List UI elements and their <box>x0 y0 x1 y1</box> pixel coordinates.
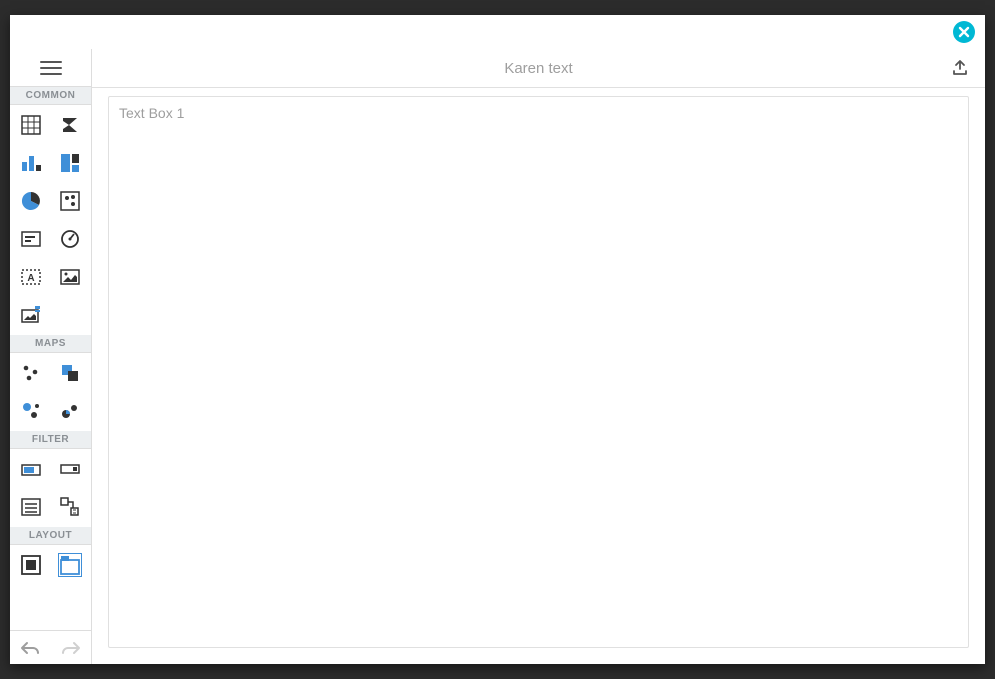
pie-map-icon <box>59 400 81 422</box>
main-area: Karen text Text Box 1 <box>92 49 985 664</box>
choropleth-icon <box>59 362 81 384</box>
group-label-filter: FILTER <box>10 431 91 449</box>
undo-button[interactable] <box>10 631 51 664</box>
combobox-icon <box>59 458 81 480</box>
tool-group-maps <box>10 353 91 431</box>
sigma-icon <box>59 114 81 136</box>
tool-card[interactable] <box>12 223 51 255</box>
tool-chart[interactable] <box>12 147 51 179</box>
tool-geopoint-map[interactable] <box>12 357 51 389</box>
bound-image-icon <box>20 304 42 326</box>
text-box-label: Text Box 1 <box>119 105 184 121</box>
range-icon <box>20 458 42 480</box>
treemap-icon <box>59 152 81 174</box>
tool-treemap[interactable] <box>51 147 90 179</box>
image-icon <box>59 266 81 288</box>
group-icon <box>20 554 42 576</box>
export-icon <box>951 59 969 77</box>
tool-treeview[interactable] <box>51 491 90 523</box>
group-label-common: COMMON <box>10 87 91 105</box>
group-label-maps: MAPS <box>10 335 91 353</box>
card-icon <box>20 228 42 250</box>
export-button[interactable] <box>951 59 969 77</box>
bubble-map-icon <box>20 400 42 422</box>
tool-bubble-map[interactable] <box>12 395 51 427</box>
hamburger-icon <box>40 60 62 76</box>
tool-combobox[interactable] <box>51 453 90 485</box>
geopoint-icon <box>20 362 42 384</box>
tool-group-item[interactable] <box>12 549 51 581</box>
gauge-icon <box>59 228 81 250</box>
tool-scatter[interactable] <box>51 185 90 217</box>
grid-icon <box>20 114 42 136</box>
design-canvas[interactable]: Text Box 1 <box>92 87 985 664</box>
tab-container-icon <box>59 554 81 576</box>
listbox-icon <box>20 496 42 518</box>
tool-group-layout <box>10 545 91 585</box>
menu-button[interactable] <box>10 49 91 87</box>
tool-pie[interactable] <box>12 185 51 217</box>
tool-image[interactable] <box>51 261 90 293</box>
tool-group-filter <box>10 449 91 527</box>
body: COMMON <box>10 49 985 664</box>
tool-grid[interactable] <box>12 109 51 141</box>
tool-pie-map[interactable] <box>51 395 90 427</box>
tool-choropleth-map[interactable] <box>51 357 90 389</box>
redo-button[interactable] <box>51 631 92 664</box>
tool-tab-container[interactable] <box>51 549 90 581</box>
pie-icon <box>20 190 42 212</box>
scatter-icon <box>59 190 81 212</box>
tool-gauge[interactable] <box>51 223 90 255</box>
tool-range-filter[interactable] <box>12 453 51 485</box>
group-label-layout: LAYOUT <box>10 527 91 545</box>
redo-icon <box>61 641 81 655</box>
textbox-icon: A <box>20 266 42 288</box>
tool-bound-image[interactable] <box>12 299 51 331</box>
bar-chart-icon <box>20 152 42 174</box>
dashboard-designer-window: COMMON <box>10 15 985 664</box>
sidebar: COMMON <box>10 49 92 664</box>
undo-redo-bar <box>10 630 91 664</box>
text-box-item[interactable]: Text Box 1 <box>108 96 969 648</box>
tool-listbox[interactable] <box>12 491 51 523</box>
svg-text:A: A <box>28 273 35 284</box>
tool-pivot[interactable] <box>51 109 90 141</box>
treeview-icon <box>59 496 81 518</box>
close-button[interactable] <box>953 21 975 43</box>
undo-icon <box>20 641 40 655</box>
tool-textbox[interactable]: A <box>12 261 51 293</box>
dashboard-title[interactable]: Karen text <box>504 60 572 77</box>
tool-group-common: A <box>10 105 91 335</box>
title-bar: Karen text <box>92 49 985 87</box>
close-icon <box>958 26 970 38</box>
